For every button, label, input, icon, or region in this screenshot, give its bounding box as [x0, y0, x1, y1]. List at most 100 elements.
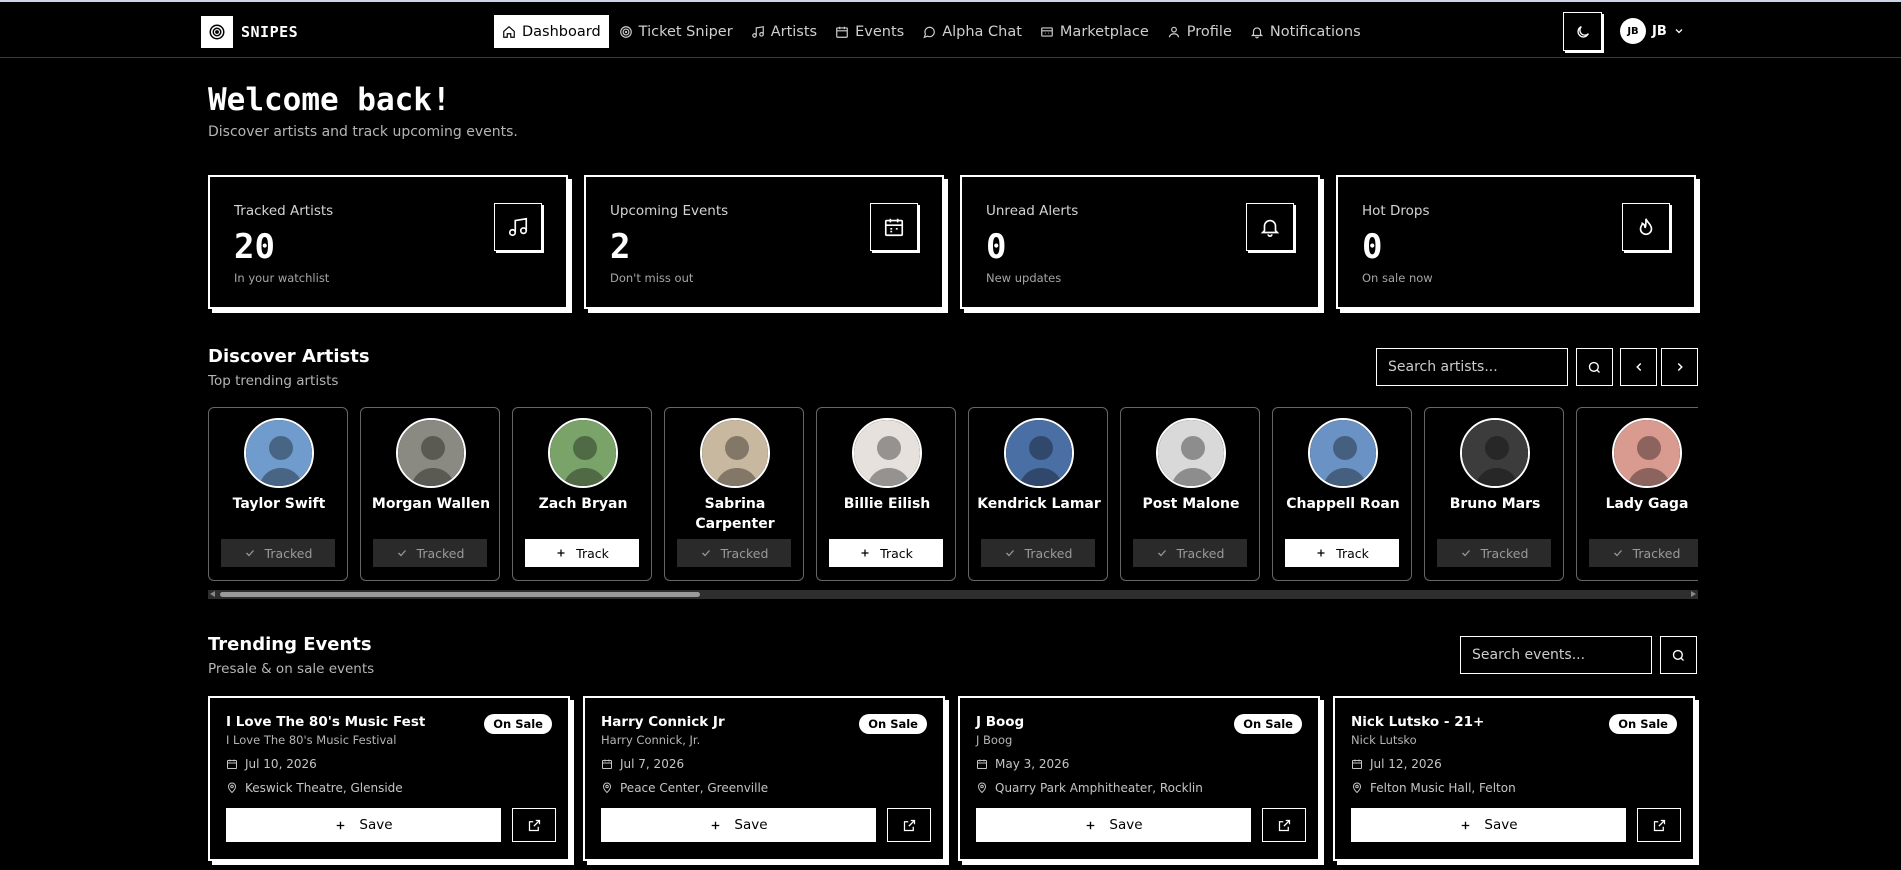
scroll-thumb[interactable]: [220, 592, 700, 597]
tracked-button[interactable]: Tracked: [1589, 539, 1698, 567]
discover-artists-title: Discover Artists: [208, 346, 370, 367]
tracked-button[interactable]: Tracked: [221, 539, 335, 567]
save-event-button[interactable]: Save: [976, 808, 1251, 842]
event-card[interactable]: J Boog J Boog On Sale May 3, 2026 Quarry Par…: [958, 696, 1320, 861]
artist-search-button[interactable]: [1576, 348, 1613, 386]
artists-carousel: Taylor Swift Tracked Morgan Wallen Tracked Z…: [208, 407, 1698, 582]
nav-label: Marketplace: [1059, 23, 1149, 40]
artist-card[interactable]: Taylor Swift Tracked: [208, 407, 348, 581]
trending-events-subtitle: Presale & on sale events: [208, 661, 375, 677]
open-event-link-button[interactable]: [887, 808, 931, 842]
artist-card[interactable]: Kendrick Lamar Tracked: [968, 407, 1108, 581]
stat-hint: Don't miss out: [610, 271, 694, 285]
external-link-icon: [1278, 819, 1290, 831]
nav-item-alpha-chat[interactable]: Alpha Chat: [914, 15, 1030, 48]
nav-item-artists[interactable]: Artists: [743, 15, 825, 48]
calendar-icon: [836, 26, 848, 38]
stat-label: Hot Drops: [1362, 203, 1430, 219]
tracked-button[interactable]: Tracked: [677, 539, 791, 567]
nav-item-events[interactable]: Events: [827, 15, 912, 48]
tracked-button[interactable]: Tracked: [1133, 539, 1247, 567]
tracked-button[interactable]: Tracked: [981, 539, 1095, 567]
artist-card[interactable]: Lady Gaga Tracked: [1576, 407, 1698, 581]
trending-events-title: Trending Events: [208, 634, 372, 655]
artist-card[interactable]: Post Malone Tracked: [1120, 407, 1260, 581]
event-venue: Peace Center, Greenville: [620, 781, 769, 795]
artist-card[interactable]: Billie Eilish Track: [816, 407, 956, 581]
theme-toggle-button[interactable]: [1563, 12, 1602, 51]
plus-icon: [712, 821, 720, 829]
tracked-button[interactable]: Tracked: [373, 539, 487, 567]
event-venue-row: Quarry Park Amphitheater, Rocklin: [976, 781, 1203, 795]
search-icon: [1672, 649, 1684, 661]
save-event-button[interactable]: Save: [1351, 808, 1626, 842]
artist-card[interactable]: Bruno Mars Tracked: [1424, 407, 1564, 581]
save-label: Save: [734, 817, 768, 833]
artist-card[interactable]: Sabrina Carpenter Tracked: [664, 407, 804, 581]
nav-item-notifications[interactable]: Notifications: [1242, 15, 1369, 48]
tracked-button[interactable]: Tracked: [1437, 539, 1551, 567]
calendar-icon: [977, 759, 987, 769]
save-label: Save: [359, 817, 393, 833]
status-badge: On Sale: [484, 714, 552, 734]
event-artist: Nick Lutsko: [1351, 733, 1417, 747]
artist-search-input[interactable]: Search artists...: [1376, 348, 1568, 386]
event-card[interactable]: I Love The 80's Music Fest I Love The 80'…: [208, 696, 570, 861]
artists-next-button[interactable]: [1661, 348, 1698, 386]
event-search-button[interactable]: [1660, 636, 1697, 674]
artist-photo: [548, 418, 618, 488]
save-event-button[interactable]: Save: [601, 808, 876, 842]
open-event-link-button[interactable]: [1637, 808, 1681, 842]
music-note-icon: [494, 203, 542, 251]
event-date: May 3, 2026: [995, 757, 1070, 771]
plus-icon: [557, 549, 565, 557]
save-event-button[interactable]: Save: [226, 808, 501, 842]
check-icon: [701, 550, 710, 557]
track-button-label: Tracked: [1480, 545, 1529, 561]
artists-scrollbar[interactable]: [208, 590, 1698, 599]
nav-menu: Dashboard Ticket Sniper Artists Events A…: [494, 15, 1369, 48]
calendar-icon: [1352, 759, 1362, 769]
brand-name: SNIPES: [241, 23, 299, 41]
event-venue: Quarry Park Amphitheater, Rocklin: [995, 781, 1203, 795]
avatar: JB: [1620, 18, 1646, 44]
stat-card-tracked-artists: Tracked Artists 20 In your watchlist: [208, 175, 568, 309]
event-card[interactable]: Harry Connick Jr Harry Connick, Jr. On Sal…: [583, 696, 945, 861]
track-button[interactable]: Track: [1285, 539, 1399, 567]
check-icon: [1157, 550, 1166, 557]
nav-item-ticket-sniper[interactable]: Ticket Sniper: [611, 15, 741, 48]
scroll-left-arrow-icon[interactable]: [210, 591, 215, 597]
artist-photo: [396, 418, 466, 488]
artist-photo: [1004, 418, 1074, 488]
event-card[interactable]: Nick Lutsko - 21+ Nick Lutsko On Sale Jul 1…: [1333, 696, 1695, 861]
event-search-input[interactable]: Search events...: [1460, 636, 1652, 674]
nav-label: Artists: [770, 23, 818, 40]
open-event-link-button[interactable]: [1262, 808, 1306, 842]
stat-card-unread-alerts: Unread Alerts 0 New updates: [960, 175, 1320, 309]
track-button[interactable]: Track: [829, 539, 943, 567]
event-venue-row: Keswick Theatre, Glenside: [226, 781, 403, 795]
scroll-right-arrow-icon[interactable]: [1691, 591, 1696, 597]
track-button[interactable]: Track: [525, 539, 639, 567]
brand-logo[interactable]: SNIPES: [201, 16, 298, 48]
artist-photo: [1460, 418, 1530, 488]
user-menu[interactable]: JB JB: [1620, 18, 1685, 44]
stat-hint: In your watchlist: [234, 271, 330, 285]
nav-item-dashboard[interactable]: Dashboard: [494, 15, 609, 48]
nav-item-marketplace[interactable]: Marketplace: [1032, 15, 1157, 48]
plus-icon: [1462, 821, 1470, 829]
artists-prev-button[interactable]: [1620, 348, 1657, 386]
discover-artists-subtitle: Top trending artists: [208, 373, 339, 389]
artist-card[interactable]: Morgan Wallen Tracked: [360, 407, 500, 581]
top-navbar: SNIPES Dashboard Ticket Sniper Artists E…: [0, 2, 1901, 58]
save-label: Save: [1109, 817, 1143, 833]
track-button-label: Track: [1336, 545, 1369, 561]
artist-card[interactable]: Chappell Roan Track: [1272, 407, 1412, 581]
artist-card[interactable]: Zach Bryan Track: [512, 407, 652, 581]
open-event-link-button[interactable]: [512, 808, 556, 842]
track-button-label: Track: [576, 545, 609, 561]
store-icon: [1041, 26, 1053, 37]
nav-item-profile[interactable]: Profile: [1159, 15, 1240, 48]
status-badge: On Sale: [1609, 714, 1677, 734]
calendar-icon: [870, 203, 918, 251]
